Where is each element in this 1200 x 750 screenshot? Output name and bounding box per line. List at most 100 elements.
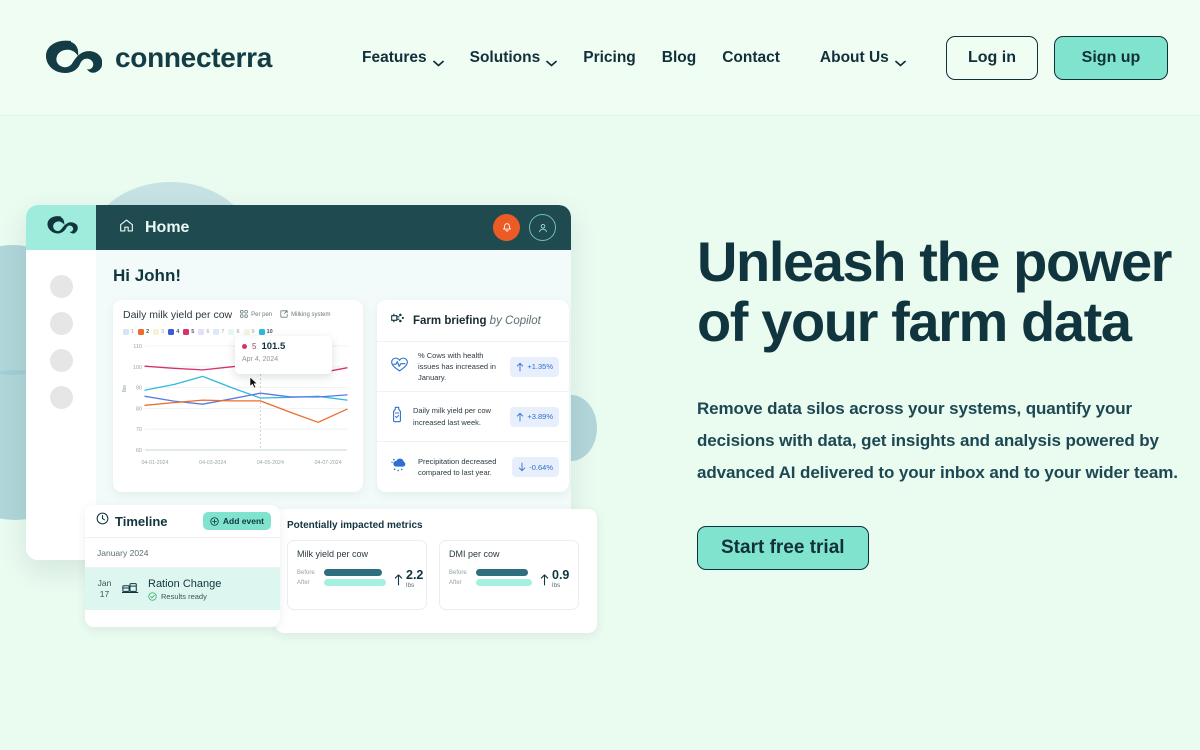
timeline-event-date: Jan 17 <box>96 578 113 599</box>
chevron-down-icon <box>894 54 906 67</box>
brand-logo-link[interactable]: connecterra <box>40 37 272 79</box>
legend-label: 1 <box>131 329 135 335</box>
svg-text:04-07-2024: 04-07-2024 <box>315 460 342 466</box>
chart-tool-milking-system[interactable]: Milking system <box>280 310 330 320</box>
bar-fill-before <box>476 569 528 576</box>
legend-label: 9 <box>251 329 255 335</box>
nav-item-pricing[interactable]: Pricing <box>583 49 636 67</box>
nav-item-contact[interactable]: Contact <box>722 49 780 67</box>
nav-item-blog[interactable]: Blog <box>662 49 696 67</box>
nav-item-about-us[interactable]: About Us <box>820 49 906 67</box>
metric-bar-before: Before <box>449 569 532 576</box>
briefing-delta-value: +1.35% <box>527 362 553 371</box>
tooltip-row: 5 101.5 <box>242 341 325 352</box>
log-in-button[interactable]: Log in <box>946 35 1038 80</box>
svg-text:04-01-2024: 04-01-2024 <box>141 460 168 466</box>
timeline-header: Timeline Add event <box>85 505 280 538</box>
metric-bars: Before After <box>449 569 532 589</box>
hero-heading-line2: of your farm data <box>697 290 1132 354</box>
metric-box-milk-yield: Milk yield per cow Before After 2.2 lbs <box>287 540 427 610</box>
feed-ration-icon <box>121 580 139 599</box>
timeline-event-row[interactable]: Jan 17 Ration Change Results ready <box>85 568 280 610</box>
legend-item-6[interactable]: 6 <box>198 329 209 335</box>
sidebar-item-4[interactable] <box>49 386 73 409</box>
chart-legend: 1 2 3 4 5 6 7 8 9 10 <box>123 329 353 335</box>
metric-box-dmi: DMI per cow Before After 0.9 lbs <box>439 540 579 610</box>
metric-name: DMI per cow <box>449 549 500 559</box>
legend-item-9[interactable]: 9 <box>243 329 255 335</box>
legend-swatch-icon <box>213 329 220 335</box>
app-home-nav[interactable]: Home <box>119 218 189 238</box>
connecterra-mark-icon <box>44 214 78 241</box>
rain-cloud-icon <box>390 456 409 478</box>
impacted-metrics-title: Potentially impacted metrics <box>287 520 423 531</box>
legend-label: 4 <box>176 329 180 335</box>
legend-item-7[interactable]: 7 <box>213 329 224 335</box>
chart-tool-label: Milking system <box>291 312 331 318</box>
landing-page: connecterra Features Solutions Pricing B… <box>0 0 1200 750</box>
add-event-button[interactable]: Add event <box>202 512 271 530</box>
svg-text:04-03-2024: 04-03-2024 <box>199 460 226 466</box>
metric-box-list: Milk yield per cow Before After 2.2 lbs … <box>287 540 585 610</box>
timeline-event-name: Ration Change <box>148 577 222 590</box>
legend-label: 7 <box>221 329 225 335</box>
metric-delta-unit: lbs <box>552 581 561 589</box>
briefing-text: Daily milk yield per cow increased last … <box>413 406 491 427</box>
hero-body-text: Remove data silos across your systems, q… <box>697 398 1178 482</box>
chart-title: Daily milk yield per cow <box>123 309 233 321</box>
briefing-row-health[interactable]: % Cows with health issues has increased … <box>377 342 569 392</box>
nav-item-solutions[interactable]: Solutions <box>470 49 558 67</box>
bar-label-after: After <box>297 579 310 586</box>
metric-delta-text: 2.2 lbs <box>406 569 423 589</box>
legend-item-2[interactable]: 2 <box>138 329 149 335</box>
legend-swatch-icon <box>168 329 175 335</box>
chart-tool-per-pen[interactable]: Per pen <box>240 310 272 320</box>
app-home-label: Home <box>145 218 190 236</box>
hero-section: Unleash the power of your farm data Remo… <box>697 231 1192 570</box>
tooltip-series: 5 <box>252 342 257 351</box>
metric-bars: Before After <box>297 569 386 589</box>
grid-icon <box>240 310 248 320</box>
home-icon <box>119 218 134 238</box>
timeline-status-label: Results ready <box>161 591 207 601</box>
svg-text:90: 90 <box>136 386 142 392</box>
nav-label: About Us <box>819 48 889 66</box>
legend-swatch-icon <box>123 329 129 335</box>
copilot-icon <box>390 311 405 330</box>
arrow-up-icon <box>517 412 524 421</box>
legend-item-4[interactable]: 4 <box>168 329 179 335</box>
nav-item-features[interactable]: Features <box>362 49 444 67</box>
bell-icon[interactable] <box>493 214 520 241</box>
legend-swatch-icon <box>198 329 205 335</box>
metric-delta-value: 2.2 <box>406 568 424 583</box>
legend-label: 10 <box>266 329 273 335</box>
briefing-row-milk[interactable]: Daily milk yield per cow increased last … <box>377 392 569 442</box>
legend-swatch-icon <box>138 329 145 335</box>
legend-item-3[interactable]: 3 <box>153 329 164 335</box>
sign-up-button[interactable]: Sign up <box>1054 35 1168 80</box>
chevron-down-icon <box>432 54 444 67</box>
dashboard-cards-row: Daily milk yield per cow Per pen Milking… <box>113 300 571 492</box>
legend-swatch-icon <box>183 329 190 335</box>
chart-header: Daily milk yield per cow Per pen Milking… <box>123 309 353 321</box>
farm-briefing-card: Farm briefing by Copilot % Cows with hea… <box>377 300 569 492</box>
tooltip-date: Apr 4, 2024 <box>242 356 279 363</box>
metric-delta-unit: lbs <box>406 581 415 589</box>
sidebar-item-3[interactable] <box>49 349 73 372</box>
briefing-row-precipitation[interactable]: Precipitation decreased compared to last… <box>377 442 569 492</box>
bar-fill-after <box>476 579 532 586</box>
legend-item-10[interactable]: 10 <box>258 329 273 335</box>
plus-circle-icon <box>210 516 219 526</box>
impacted-metrics-card: Potentially impacted metrics Milk yield … <box>275 509 597 633</box>
user-avatar-icon[interactable] <box>529 214 556 241</box>
timeline-event-details: Ration Change Results ready <box>148 578 221 601</box>
start-free-trial-button[interactable]: Start free trial <box>697 525 869 570</box>
legend-item-8[interactable]: 8 <box>228 329 240 335</box>
sidebar-item-2[interactable] <box>49 312 73 335</box>
legend-item-1[interactable]: 1 <box>123 329 134 335</box>
bar-label-before: Before <box>449 569 467 576</box>
legend-item-5[interactable]: 5 <box>183 329 194 335</box>
tooltip-value: 101.5 <box>261 341 286 352</box>
mouse-cursor-icon <box>249 376 259 389</box>
sidebar-item-1[interactable] <box>49 275 73 298</box>
